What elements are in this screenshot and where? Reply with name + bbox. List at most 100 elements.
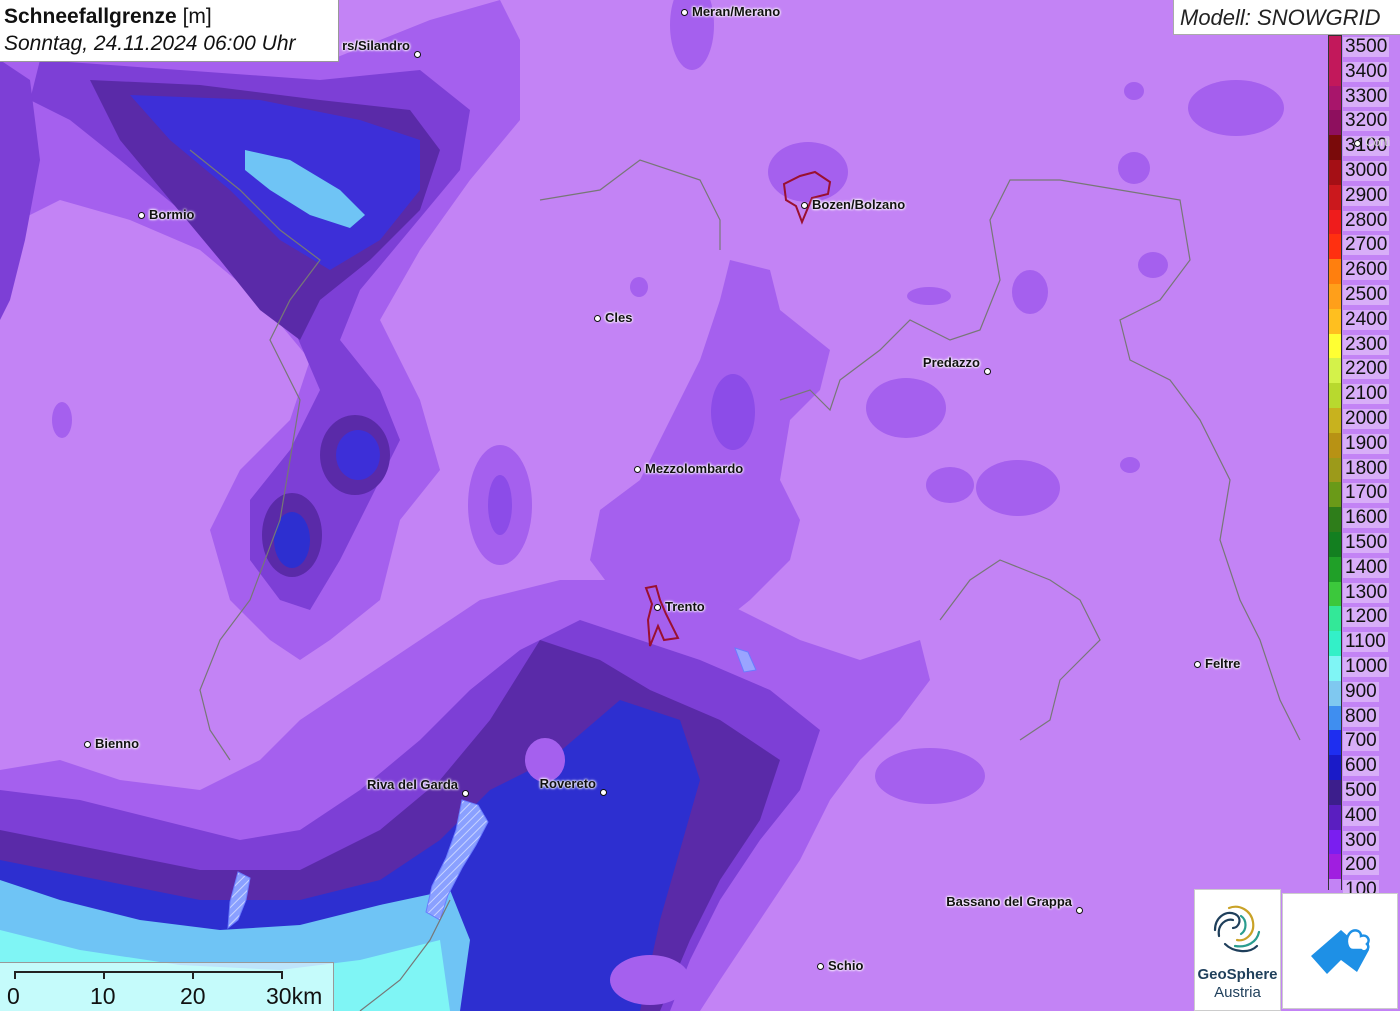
- scale-tick-30: [281, 971, 283, 979]
- legend-label-600: 600: [1343, 755, 1379, 777]
- color-legend: 3500 3400 3300 3200 3100 3000 2900 2800 2700 2600…: [1328, 35, 1400, 905]
- title-bold: Schneefallgrenze: [4, 5, 177, 28]
- city-dot[interactable]: [816, 962, 824, 970]
- city-label: Schio: [828, 958, 864, 973]
- legend-swatch-400: [1329, 804, 1341, 830]
- legend-swatch-200: [1329, 854, 1341, 880]
- scale-tick-10: [103, 971, 105, 979]
- geosphere-logo[interactable]: GeoSphere Austria: [1194, 889, 1281, 1011]
- legend-label-800: 800: [1343, 705, 1379, 727]
- legend-label-900: 900: [1343, 680, 1379, 702]
- legend-label-200: 200: [1343, 854, 1379, 876]
- legend-label-1600: 1600: [1343, 507, 1390, 529]
- contour-east-2: [976, 460, 1060, 516]
- legend-label-1500: 1500: [1343, 532, 1390, 553]
- city-dot[interactable]: [1075, 906, 1083, 914]
- legend-swatch-1300: [1329, 581, 1341, 607]
- city-label: Feltre: [1205, 656, 1241, 671]
- scale-tick-20: [192, 971, 194, 979]
- city-label: Corti: [1365, 135, 1391, 149]
- contour-east-8: [1188, 80, 1284, 136]
- legend-swatch-2400: [1329, 308, 1341, 334]
- contour-mid-5: [630, 277, 648, 297]
- legend-label-2900: 2900: [1343, 184, 1390, 206]
- contour-mid-2: [488, 475, 512, 535]
- legend-swatch-800: [1329, 705, 1341, 731]
- legend-label-3200: 3200: [1343, 110, 1390, 132]
- legend-swatch-2800: [1329, 209, 1341, 235]
- legend-swatch-1600: [1329, 507, 1341, 533]
- city-dot[interactable]: [83, 740, 91, 748]
- legend-label-2200: 2200: [1343, 358, 1390, 380]
- contour-east-6: [1118, 152, 1150, 184]
- geosphere-sub: Austria: [1214, 984, 1261, 1001]
- legend-label-1800: 1800: [1343, 457, 1390, 479]
- contour-east-1: [866, 378, 946, 438]
- contour-blob-6: [610, 955, 690, 1005]
- city-dot[interactable]: [1353, 139, 1361, 147]
- city-dot[interactable]: [413, 50, 421, 58]
- city-dot[interactable]: [983, 367, 991, 375]
- legend-swatch-3300: [1329, 85, 1341, 111]
- city-dot[interactable]: [599, 788, 607, 796]
- legend-label-1300: 1300: [1343, 581, 1390, 603]
- legend-swatch-2300: [1329, 333, 1341, 359]
- legend-label-500: 500: [1343, 780, 1379, 801]
- scale-bar: 0 10 20 30km: [0, 962, 334, 1011]
- legend-label-2800: 2800: [1343, 209, 1390, 231]
- geosphere-logo-icon: [1213, 905, 1261, 953]
- legend-label-2700: 2700: [1343, 234, 1390, 256]
- legend-label-1100: 1100: [1343, 631, 1388, 653]
- contour-mid-4: [52, 402, 72, 438]
- legend-swatch-1500: [1329, 532, 1341, 557]
- legend-swatch-3000: [1329, 160, 1341, 185]
- legend-label-300: 300: [1343, 829, 1379, 851]
- contour-east-4: [875, 748, 985, 804]
- snowgrid-logo[interactable]: [1282, 893, 1398, 1009]
- snowfall-line-map[interactable]: [0, 0, 1400, 1011]
- city-dot[interactable]: [1193, 660, 1201, 668]
- city-label: Rovereto: [539, 776, 596, 791]
- legend-swatch-1100: [1329, 631, 1341, 657]
- legend-swatch-3500: [1329, 36, 1341, 61]
- map-title: Schneefallgrenze [m]: [4, 3, 338, 30]
- city-label: Trento: [665, 599, 705, 614]
- legend-swatch-900: [1329, 680, 1341, 706]
- legend-label-2400: 2400: [1343, 308, 1390, 330]
- city-dot[interactable]: [137, 211, 145, 219]
- legend-label-3000: 3000: [1343, 160, 1390, 181]
- city-dot[interactable]: [680, 8, 688, 16]
- city-label: Bienno: [95, 736, 140, 751]
- legend-label-3500: 3500: [1343, 36, 1390, 57]
- legend-swatch-1800: [1329, 457, 1341, 483]
- contour-east-9: [1124, 82, 1144, 100]
- legend-swatch-2900: [1329, 184, 1341, 210]
- city-label: rs/Silandro: [342, 38, 410, 53]
- legend-swatch-3100: [1329, 135, 1341, 161]
- scale-tick-0: [14, 971, 16, 979]
- legend-swatch-500: [1329, 780, 1341, 805]
- legend-swatch-700: [1329, 730, 1341, 756]
- legend-label-1000: 1000: [1343, 656, 1390, 677]
- contour-east-11: [1120, 457, 1140, 473]
- contour-bolzano: [768, 142, 848, 202]
- scale-label-10: 10: [90, 983, 116, 1009]
- city-dot[interactable]: [593, 314, 601, 322]
- city-dot[interactable]: [633, 465, 641, 473]
- city-dot[interactable]: [800, 201, 808, 209]
- legend-label-2000: 2000: [1343, 408, 1390, 429]
- snowgrid-logo-icon: [1311, 929, 1370, 974]
- city-label: Mezzolombardo: [645, 461, 744, 476]
- legend-label-1400: 1400: [1343, 556, 1390, 578]
- legend-swatch-600: [1329, 755, 1341, 781]
- city-label: Bozen/Bolzano: [812, 197, 906, 212]
- scale-label-0: 0: [7, 983, 20, 1009]
- legend-label-700: 700: [1343, 730, 1379, 752]
- legend-swatch-2500: [1329, 284, 1341, 309]
- model-label: Modell: SNOWGRID: [1173, 0, 1400, 35]
- city-dot[interactable]: [653, 603, 661, 611]
- legend-swatch-1900: [1329, 432, 1341, 458]
- scale-label-20: 20: [180, 983, 206, 1009]
- city-dot[interactable]: [461, 789, 469, 797]
- map-datetime: Sonntag, 24.11.2024 06:00 Uhr: [4, 32, 296, 55]
